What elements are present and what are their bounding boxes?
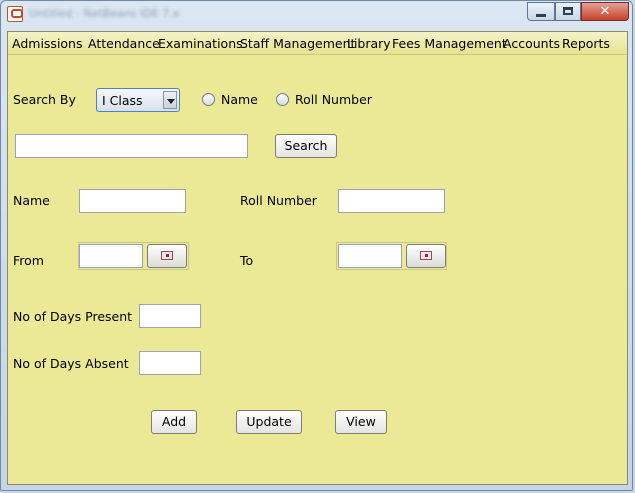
days-present-field[interactable] — [139, 304, 201, 328]
menu-fees-management[interactable]: Fees Management — [392, 36, 507, 51]
roll-number-label: Roll Number — [240, 193, 317, 208]
name-label: Name — [13, 193, 50, 208]
search-input[interactable] — [15, 134, 248, 158]
add-button[interactable]: Add — [151, 410, 197, 434]
title-bar[interactable]: Untitled - NetBeans IDE 7.x ✕ — [1, 1, 632, 31]
from-calendar-button[interactable] — [147, 244, 187, 268]
view-button[interactable]: View — [335, 410, 387, 434]
class-select-value: I Class — [102, 93, 143, 108]
menu-reports[interactable]: Reports — [562, 36, 610, 51]
calendar-icon — [161, 251, 173, 260]
roll-number-field[interactable] — [338, 189, 445, 213]
from-date-field[interactable] — [79, 244, 143, 268]
minimize-button[interactable] — [527, 2, 555, 21]
name-field[interactable] — [79, 189, 186, 213]
roll-number-radio-label[interactable]: Roll Number — [295, 92, 372, 107]
menu-examinations[interactable]: Examinations — [158, 36, 243, 51]
roll-number-radio[interactable] — [276, 93, 289, 106]
main-panel: Admissions Attendance Examinations Staff… — [7, 31, 628, 485]
dropdown-arrow-icon[interactable] — [163, 91, 177, 109]
days-absent-label: No of Days Absent — [13, 356, 129, 371]
maximize-icon — [563, 7, 573, 15]
maximize-button[interactable] — [555, 2, 581, 21]
menu-attendance[interactable]: Attendance — [88, 36, 160, 51]
from-label: From — [13, 253, 44, 268]
update-button[interactable]: Update — [236, 410, 302, 434]
to-label: To — [240, 253, 254, 268]
search-by-label: Search By — [13, 92, 76, 107]
java-app-icon — [7, 6, 23, 22]
class-select[interactable]: I Class — [96, 88, 180, 112]
search-button[interactable]: Search — [275, 134, 337, 158]
menu-staff-management[interactable]: Staff Management — [240, 36, 355, 51]
window-title: Untitled - NetBeans IDE 7.x — [29, 7, 180, 20]
menu-bar: Admissions Attendance Examinations Staff… — [8, 32, 627, 55]
menu-admissions[interactable]: Admissions — [12, 36, 83, 51]
to-calendar-button[interactable] — [406, 244, 446, 268]
days-present-label: No of Days Present — [13, 309, 133, 324]
calendar-icon — [420, 251, 432, 260]
application-window: Untitled - NetBeans IDE 7.x ✕ Admissions… — [0, 0, 633, 491]
to-date-field[interactable] — [338, 244, 402, 268]
minimize-icon — [536, 14, 546, 17]
to-date-picker — [336, 242, 447, 270]
from-date-picker — [78, 242, 189, 270]
menu-library[interactable]: Library — [347, 36, 391, 51]
close-button[interactable]: ✕ — [581, 2, 629, 21]
days-absent-field[interactable] — [139, 351, 201, 375]
name-radio[interactable] — [202, 93, 215, 106]
name-radio-label[interactable]: Name — [221, 92, 258, 107]
close-icon: ✕ — [599, 4, 611, 19]
menu-accounts[interactable]: Accounts — [503, 36, 560, 51]
